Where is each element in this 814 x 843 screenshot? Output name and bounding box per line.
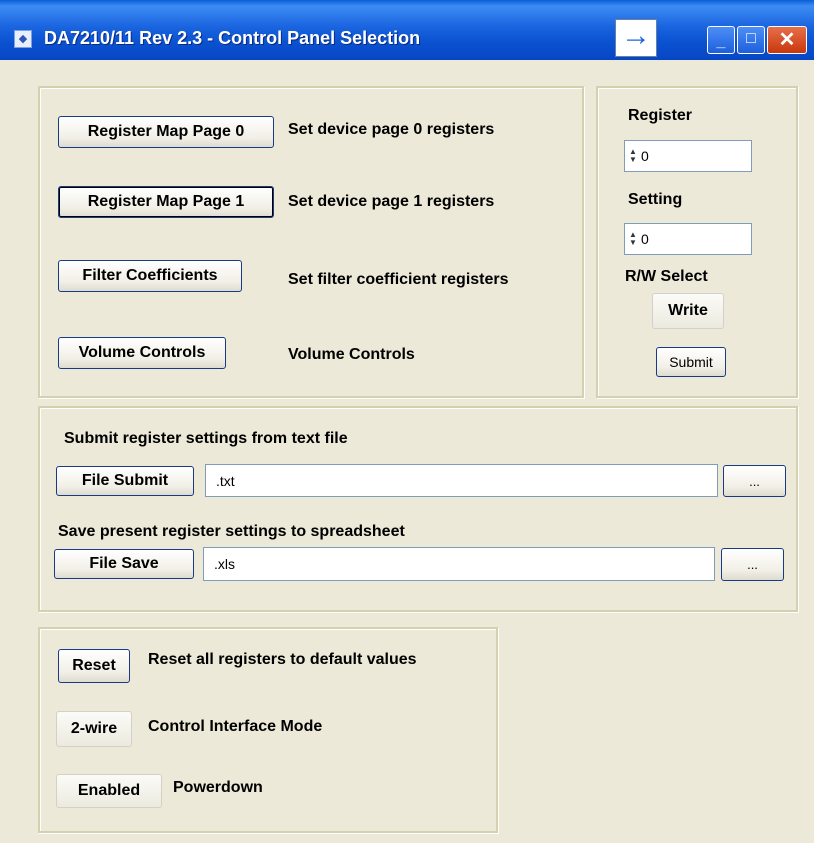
app-icon[interactable]: ◆: [14, 30, 32, 48]
browse-submit-button[interactable]: ...: [723, 465, 786, 497]
write-button[interactable]: Write: [652, 293, 724, 329]
spin-arrows-icon[interactable]: ▲ ▼: [627, 224, 639, 254]
setting-spinbox[interactable]: ▲ ▼ 0: [624, 223, 752, 255]
register-label: Register: [628, 107, 693, 124]
maximize-button[interactable]: □: [737, 26, 765, 54]
save-path-field[interactable]: .xls: [203, 547, 715, 581]
interface-mode-desc: Control Interface Mode: [148, 718, 323, 735]
setting-label: Setting: [628, 191, 683, 208]
setting-value: 0: [641, 231, 649, 247]
filter-coefficients-button[interactable]: Filter Coefficients: [58, 260, 242, 292]
register-map-page-0-desc: Set device page 0 registers: [288, 121, 495, 138]
register-map-page-0-button[interactable]: Register Map Page 0: [58, 116, 274, 148]
powerdown-toggle-button[interactable]: Enabled: [56, 774, 162, 808]
arrow-right-icon[interactable]: →: [615, 19, 657, 57]
register-value: 0: [641, 148, 649, 164]
register-map-page-1-desc: Set device page 1 registers: [288, 193, 495, 210]
minimize-button[interactable]: _: [707, 26, 735, 54]
reset-desc: Reset all registers to default values: [148, 651, 417, 668]
save-heading: Save present register settings to spread…: [58, 523, 405, 540]
interface-mode-button[interactable]: 2-wire: [56, 711, 132, 747]
submit-button[interactable]: Submit: [656, 347, 726, 377]
register-spinbox[interactable]: ▲ ▼ 0: [624, 140, 752, 172]
reset-button[interactable]: Reset: [58, 649, 130, 683]
spin-arrows-icon[interactable]: ▲ ▼: [627, 141, 639, 171]
rw-select-label: R/W Select: [625, 268, 708, 285]
submit-heading: Submit register settings from text file: [64, 430, 348, 447]
window-title: DA7210/11 Rev 2.3 - Control Panel Select…: [44, 28, 421, 48]
file-submit-button[interactable]: File Submit: [56, 466, 194, 496]
submit-path-field[interactable]: .txt: [205, 464, 718, 497]
browse-save-button[interactable]: ...: [721, 548, 784, 581]
volume-controls-desc: Volume Controls: [288, 346, 415, 363]
register-map-page-1-button[interactable]: Register Map Page 1: [58, 186, 274, 218]
powerdown-desc: Powerdown: [173, 779, 263, 796]
close-button[interactable]: ✕: [767, 26, 807, 54]
volume-controls-button[interactable]: Volume Controls: [58, 337, 226, 369]
filter-coefficients-desc: Set filter coefficient registers: [288, 271, 509, 288]
title-bar[interactable]: ◆ DA7210/11 Rev 2.3 - Control Panel Sele…: [0, 0, 814, 60]
control-panel-window: ◆ DA7210/11 Rev 2.3 - Control Panel Sele…: [0, 0, 814, 843]
file-save-button[interactable]: File Save: [54, 549, 194, 579]
